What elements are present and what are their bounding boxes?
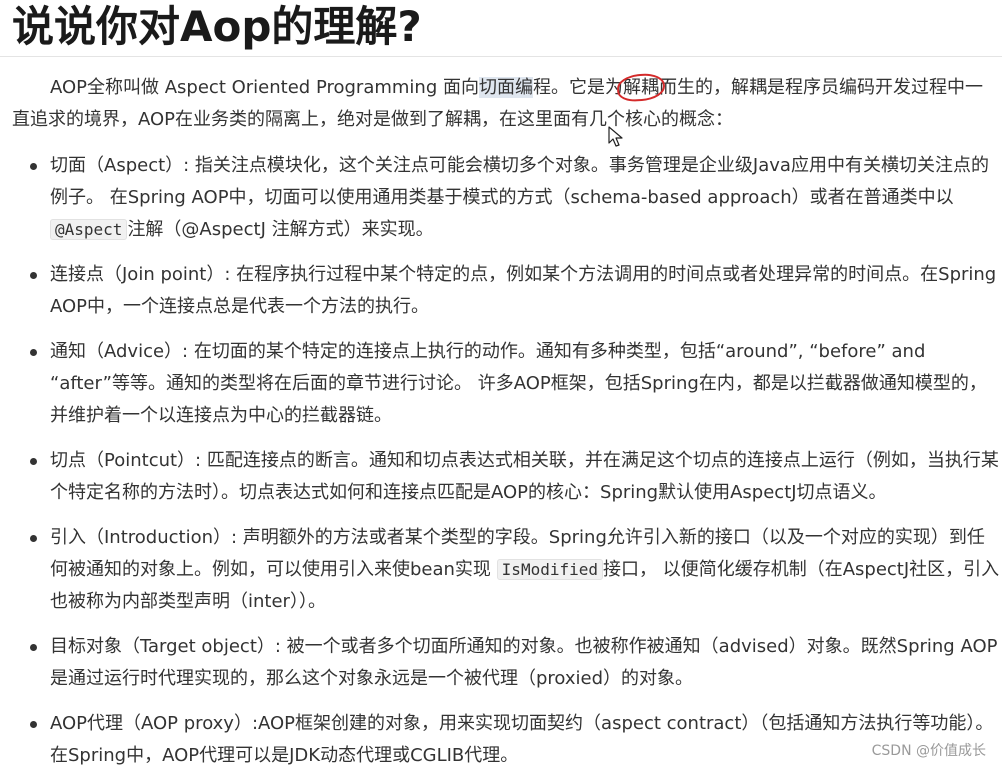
inline-code: @Aspect [50, 219, 128, 240]
list-item: 目标对象（Target object）: 被一个或者多个切面所通知的对象。也被称… [0, 631, 1002, 695]
concept-text: 目标对象（Target object）: 被一个或者多个切面所通知的对象。也被称… [50, 636, 998, 689]
csdn-watermark: CSDN @价值成长 [871, 743, 986, 759]
concept-text: AOP代理（AOP proxy）:AOP框架创建的对象，用来实现切面契约（asp… [50, 713, 994, 766]
concept-text: 连接点（Join point）: 在程序执行过程中某个特定的点，例如某个方法调用… [50, 264, 997, 317]
intro-text-1: AOP全称叫做 Aspect Oriented Programming 面向 [50, 77, 479, 98]
list-item: AOP代理（AOP proxy）:AOP框架创建的对象，用来实现切面契约（asp… [0, 708, 1002, 768]
concept-text-after: 注解（@AspectJ 注解方式）来实现。 [127, 219, 434, 240]
mouse-cursor-icon [608, 126, 623, 147]
bullet-icon [30, 272, 37, 279]
intro-paragraph: AOP全称叫做 Aspect Oriented Programming 面向切面… [12, 72, 997, 136]
list-item: 连接点（Join point）: 在程序执行过程中某个特定的点，例如某个方法调用… [0, 259, 1002, 323]
list-item: 通知（Advice）: 在切面的某个特定的连接点上执行的动作。通知有多种类型，包… [0, 336, 1002, 432]
list-item: 切点（Pointcut）: 匹配连接点的断言。通知和切点表达式相关联，并在满足这… [0, 445, 1002, 509]
bullet-icon [30, 349, 37, 356]
bullet-icon [30, 458, 37, 465]
concept-text: 切点（Pointcut）: 匹配连接点的断言。通知和切点表达式相关联，并在满足这… [50, 450, 999, 503]
selection-highlight: 切面编 [478, 77, 533, 98]
concept-text: 通知（Advice）: 在切面的某个特定的连接点上执行的动作。通知有多种类型，包… [50, 341, 987, 426]
bullet-icon [30, 535, 37, 542]
list-item: 引入（Introduction）: 声明额外的方法或者某个类型的字段。Sprin… [0, 522, 1002, 618]
bullet-icon [30, 163, 37, 170]
inline-code: IsModified [496, 559, 603, 580]
page-title: 说说你对Aop的理解? [12, 2, 422, 51]
red-circle-annotation: 解耦 [622, 77, 659, 98]
concept-text: 切面（Aspect）: 指关注点模块化，这个关注点可能会横切多个对象。事务管理是… [50, 155, 989, 208]
title-divider [0, 56, 1002, 57]
intro-text-2: 程。它是为 [532, 77, 623, 98]
article-page: 说说你对Aop的理解? AOP全称叫做 Aspect Oriented Prog… [0, 0, 1002, 768]
concept-list: 切面（Aspect）: 指关注点模块化，这个关注点可能会横切多个对象。事务管理是… [0, 150, 1002, 768]
list-item: 切面（Aspect）: 指关注点模块化，这个关注点可能会横切多个对象。事务管理是… [0, 150, 1002, 246]
bullet-icon [30, 644, 37, 651]
bullet-icon [30, 721, 37, 728]
